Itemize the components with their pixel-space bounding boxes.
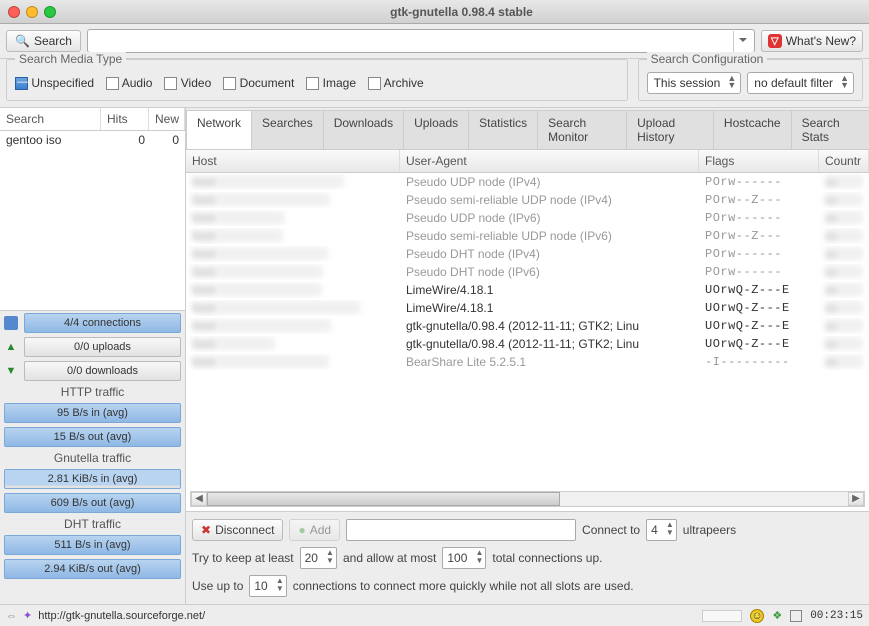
whats-new-label: What's New? xyxy=(786,34,856,48)
controls: ✖ Disconnect ● Add Connect to 4▲▼ ultrap… xyxy=(186,511,869,604)
useup-spin[interactable]: 10▲▼ xyxy=(249,575,286,597)
tab-history[interactable]: Upload History xyxy=(626,110,714,149)
connect-to-label: Connect to xyxy=(582,523,640,537)
whats-new-icon: ▽ xyxy=(768,34,782,48)
tab-uploads[interactable]: Uploads xyxy=(403,110,469,149)
table-row[interactable]: hostPseudo UDP node (IPv6)POrw------xx xyxy=(186,209,869,227)
media-type-group: Search Media Type Unspecified Audio Vide… xyxy=(6,59,628,101)
table-row[interactable]: hostBearShare Lite 5.2.5.1-I---------xx xyxy=(186,353,869,371)
search-config-label: Search Configuration xyxy=(647,52,768,66)
http-traffic-label: HTTP traffic xyxy=(0,383,185,401)
disconnect-icon: ✖ xyxy=(201,523,211,537)
dht-out-bar: 2.94 KiB/s out (avg) xyxy=(4,559,181,579)
allow-max-spin[interactable]: 100▲▼ xyxy=(442,547,486,569)
table-row[interactable]: hostPseudo DHT node (IPv4)POrw------xx xyxy=(186,245,869,263)
add-icon: ● xyxy=(298,523,305,537)
tabs: Network Searches Downloads Uploads Stati… xyxy=(186,108,869,149)
search-button[interactable]: 🔍 Search xyxy=(6,30,81,52)
filter-dropdown[interactable]: no default filter ▲▼ xyxy=(747,72,854,94)
search-row[interactable]: gentoo iso 0 0 xyxy=(0,131,185,149)
table-row[interactable]: hostLimeWire/4.18.1UOrwQ-Z---Exx xyxy=(186,281,869,299)
gnutella-in-bar: 2.81 KiB/s in (avg) xyxy=(4,469,181,489)
downloads-bar[interactable]: 0/0 downloads xyxy=(24,361,181,381)
scrollbar-thumb[interactable] xyxy=(207,492,560,506)
sidebar-stats: 4/4 connections ▲ 0/0 uploads ▼ 0/0 down… xyxy=(0,311,185,581)
col-search[interactable]: Search xyxy=(0,108,101,130)
download-icon: ▼ xyxy=(4,364,18,378)
scroll-left-icon[interactable]: ◀ xyxy=(191,492,207,506)
table-row[interactable]: hostPseudo semi-reliable UDP node (IPv6)… xyxy=(186,227,869,245)
cbx-video[interactable]: Video xyxy=(164,76,211,90)
table-row[interactable]: hostPseudo UDP node (IPv4)POrw------xx xyxy=(186,173,869,191)
whats-new-button[interactable]: ▽ What's New? xyxy=(761,30,863,52)
add-button[interactable]: ● Add xyxy=(289,519,340,541)
table-body[interactable]: hostPseudo UDP node (IPv4)POrw------xxho… xyxy=(186,173,869,487)
keep-min-spin[interactable]: 20▲▼ xyxy=(300,547,337,569)
cbx-document[interactable]: Document xyxy=(223,76,294,90)
main-area: Search Hits New gentoo iso 0 0 4/4 conne… xyxy=(0,108,869,604)
cbx-image[interactable]: Image xyxy=(306,76,356,90)
table-row[interactable]: hostgtk-gnutella/0.98.4 (2012-11-11; GTK… xyxy=(186,335,869,353)
filter-row: Search Media Type Unspecified Audio Vide… xyxy=(0,59,869,108)
th-flags[interactable]: Flags xyxy=(699,150,819,172)
search-list[interactable]: gentoo iso 0 0 xyxy=(0,131,185,311)
cbx-archive[interactable]: Archive xyxy=(368,76,424,90)
minimize-icon[interactable] xyxy=(26,6,38,18)
col-new[interactable]: New xyxy=(149,108,185,130)
zoom-icon[interactable] xyxy=(44,6,56,18)
table-row[interactable]: hostgtk-gnutella/0.98.4 (2012-11-11; GTK… xyxy=(186,317,869,335)
close-icon[interactable] xyxy=(8,6,20,18)
statusbar: ⇔ ✦ http://gtk-gnutella.sourceforge.net/… xyxy=(0,604,869,626)
connections-bar[interactable]: 4/4 connections xyxy=(24,313,181,333)
table-row[interactable]: hostLimeWire/4.18.1UOrwQ-Z---Exx xyxy=(186,299,869,317)
session-dropdown[interactable]: This session ▲▼ xyxy=(647,72,742,94)
titlebar: gtk-gnutella 0.98.4 stable xyxy=(0,0,869,24)
cbx-audio[interactable]: Audio xyxy=(106,76,152,90)
ultrapeers-label: ultrapeers xyxy=(683,523,736,537)
th-host[interactable]: Host xyxy=(186,150,400,172)
connections-icon xyxy=(4,316,18,330)
http-out-bar: 15 B/s out (avg) xyxy=(4,427,181,447)
tab-hostcache[interactable]: Hostcache xyxy=(713,110,792,149)
sidebar: Search Hits New gentoo iso 0 0 4/4 conne… xyxy=(0,108,186,604)
th-user-agent[interactable]: User-Agent xyxy=(400,150,699,172)
table-row[interactable]: hostPseudo semi-reliable UDP node (IPv4)… xyxy=(186,191,869,209)
col-hits[interactable]: Hits xyxy=(101,108,149,130)
tab-network[interactable]: Network xyxy=(186,110,252,149)
cbx-unspecified[interactable]: Unspecified xyxy=(15,76,94,90)
scroll-right-icon[interactable]: ▶ xyxy=(848,492,864,506)
gnutella-out-bar: 609 B/s out (avg) xyxy=(4,493,181,513)
table-header: Host User-Agent Flags Countr xyxy=(186,150,869,173)
tab-monitor[interactable]: Search Monitor xyxy=(537,110,627,149)
connections-table: Host User-Agent Flags Countr hostPseudo … xyxy=(186,149,869,511)
horizontal-scrollbar[interactable]: ◀ ▶ xyxy=(190,491,865,507)
th-country[interactable]: Countr xyxy=(819,150,869,172)
tab-downloads[interactable]: Downloads xyxy=(323,110,404,149)
dht-in-bar: 511 B/s in (avg) xyxy=(4,535,181,555)
sidebar-header: Search Hits New xyxy=(0,108,185,131)
content: Network Searches Downloads Uploads Stati… xyxy=(186,108,869,604)
http-in-bar: 95 B/s in (avg) xyxy=(4,403,181,423)
tab-search-stats[interactable]: Search Stats xyxy=(791,110,869,149)
dht-traffic-label: DHT traffic xyxy=(0,515,185,533)
gnutella-traffic-label: Gnutella traffic xyxy=(0,449,185,467)
search-icon: 🔍 xyxy=(15,34,30,48)
search-input[interactable] xyxy=(87,29,755,53)
search-button-label: Search xyxy=(34,34,72,48)
upload-icon: ▲ xyxy=(4,340,18,354)
media-type-label: Search Media Type xyxy=(15,52,126,66)
tab-searches[interactable]: Searches xyxy=(251,110,324,149)
window-title: gtk-gnutella 0.98.4 stable xyxy=(62,5,861,19)
ultrapeers-spin[interactable]: 4▲▼ xyxy=(646,519,677,541)
add-host-input[interactable] xyxy=(346,519,576,541)
disconnect-button[interactable]: ✖ Disconnect xyxy=(192,519,283,541)
table-row[interactable]: hostPseudo DHT node (IPv6)POrw------xx xyxy=(186,263,869,281)
search-config-group: Search Configuration This session ▲▼ no … xyxy=(638,59,863,101)
tab-statistics[interactable]: Statistics xyxy=(468,110,538,149)
uploads-bar[interactable]: 0/0 uploads xyxy=(24,337,181,357)
search-dropdown-icon[interactable] xyxy=(733,31,753,53)
